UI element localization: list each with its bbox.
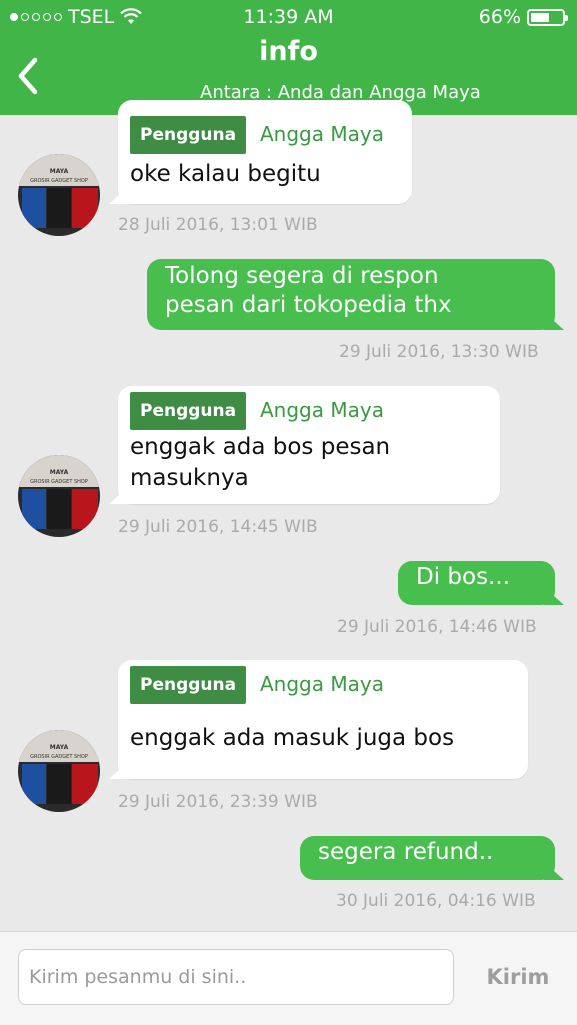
incoming-message-bubble[interactable]: Pengguna Angga Maya oke kalau begitu [118, 100, 412, 204]
message-text: segera refund.. [318, 839, 494, 865]
incoming-message-bubble[interactable]: Pengguna Angga Maya enggak ada masuk jug… [118, 660, 528, 779]
battery-icon [527, 8, 568, 26]
user-role-badge: Pengguna [130, 392, 247, 430]
message-text: Tolong segera di respon [165, 263, 439, 289]
sender-avatar[interactable]: MAYA GROSIR GADGET SHOP [18, 455, 100, 537]
message-text: masuknya [130, 465, 249, 491]
message-composer: Kirim [0, 931, 577, 1025]
app-header: TSEL 11:39 AM 66% info Antara : Anda dan… [0, 0, 577, 115]
outgoing-message-bubble[interactable]: Di bos... [398, 561, 555, 605]
status-bar: TSEL 11:39 AM 66% [0, 6, 577, 32]
message-input[interactable] [18, 949, 454, 1005]
user-role-badge: Pengguna [130, 666, 247, 704]
message-text: enggak ada bos pesan [130, 434, 391, 460]
sender-name: Angga Maya [260, 122, 384, 146]
outgoing-message-bubble[interactable]: Tolong segera di respon pesan dari tokop… [147, 259, 555, 330]
message-timestamp: 29 Juli 2016, 23:39 WIB [118, 792, 318, 812]
message-timestamp: 29 Juli 2016, 14:46 WIB [337, 617, 537, 637]
sender-avatar[interactable]: MAYA GROSIR GADGET SHOP [18, 154, 100, 236]
sender-avatar[interactable]: MAYA GROSIR GADGET SHOP [18, 730, 100, 812]
send-button[interactable]: Kirim [472, 949, 564, 1005]
status-right: 66% [478, 6, 568, 28]
message-text: Di bos... [416, 564, 510, 590]
sender-name: Angga Maya [260, 672, 384, 696]
message-text: enggak ada masuk juga bos [130, 725, 455, 751]
message-text: oke kalau begitu [130, 161, 321, 187]
message-timestamp: 29 Juli 2016, 13:30 WIB [339, 342, 539, 362]
message-timestamp: 28 Juli 2016, 13:01 WIB [118, 215, 318, 235]
message-text: pesan dari tokopedia thx [165, 292, 452, 318]
message-timestamp: 29 Juli 2016, 14:45 WIB [118, 517, 318, 537]
outgoing-message-bubble[interactable]: segera refund.. [300, 836, 555, 880]
incoming-message-bubble[interactable]: Pengguna Angga Maya enggak ada bos pesan… [118, 386, 500, 504]
battery-percent: 66% [478, 6, 521, 28]
user-role-badge: Pengguna [130, 116, 247, 154]
page-title: info [259, 36, 318, 67]
message-timestamp: 30 Juli 2016, 04:16 WIB [336, 891, 536, 911]
sender-name: Angga Maya [260, 398, 384, 422]
